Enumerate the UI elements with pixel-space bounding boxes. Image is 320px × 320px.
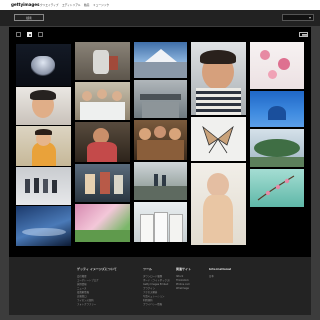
search-button[interactable]: 検索 (14, 14, 44, 21)
nav-editorial[interactable]: エディトリアル (62, 3, 81, 7)
footer-heading-about: ゲッティ イメージズについて (77, 267, 117, 271)
footer-link[interactable]: 日本 (209, 275, 214, 279)
nav-music[interactable]: ミュージック (93, 3, 109, 7)
image-tile[interactable] (250, 91, 304, 127)
image-tile[interactable] (16, 126, 71, 166)
image-tile[interactable] (16, 44, 71, 86)
image-tile[interactable] (134, 120, 187, 160)
image-tile[interactable] (250, 42, 304, 89)
image-tile[interactable] (134, 202, 187, 242)
grid-view-icon[interactable] (16, 32, 21, 37)
slideshow-icon[interactable] (299, 32, 308, 37)
gettyimages-logo[interactable]: gettyimages (11, 2, 40, 7)
page: gettyimages クリエイティブ エディトリアル 動画 ミュージック 検索 (0, 0, 320, 320)
image-tile[interactable] (75, 42, 130, 80)
image-tile[interactable] (191, 117, 246, 161)
top-bar: gettyimages クリエイティブ エディトリアル 動画 ミュージック (0, 0, 320, 18)
cart-icon[interactable] (298, 3, 303, 18)
search-input[interactable] (282, 14, 314, 21)
footer-link[interactable]: プライバシー情報 (143, 303, 162, 307)
image-tile[interactable] (16, 87, 71, 125)
chevron-down-icon (309, 17, 311, 20)
search-bar (0, 10, 320, 26)
mosaic-view-icon[interactable] (27, 32, 32, 37)
image-tile[interactable] (134, 42, 187, 78)
image-tile[interactable] (75, 122, 130, 162)
footer-heading-related: 関連サイト (176, 267, 192, 271)
image-tile[interactable] (75, 82, 130, 120)
footer-link[interactable]: WireImage (176, 287, 189, 291)
image-tile[interactable] (191, 163, 246, 245)
image-tile[interactable] (250, 129, 304, 167)
account-icon[interactable] (269, 3, 273, 18)
image-tile[interactable] (134, 80, 187, 118)
footer-heading-international: International (209, 267, 232, 271)
footer-heading-tools: ツール (143, 267, 153, 271)
nav-creative[interactable]: クリエイティブ (40, 3, 59, 7)
boards-icon[interactable] (285, 3, 289, 18)
nav-video[interactable]: 動画 (84, 3, 89, 7)
image-tile[interactable] (75, 204, 130, 242)
image-tile[interactable] (191, 42, 246, 115)
image-tile[interactable] (75, 164, 130, 202)
image-tile[interactable] (134, 162, 187, 200)
list-view-icon[interactable] (38, 32, 43, 37)
image-tile[interactable] (16, 167, 71, 205)
image-tile[interactable] (250, 169, 304, 207)
image-tile[interactable] (16, 206, 71, 246)
footer-link[interactable]: フォトグラファー (77, 303, 96, 307)
